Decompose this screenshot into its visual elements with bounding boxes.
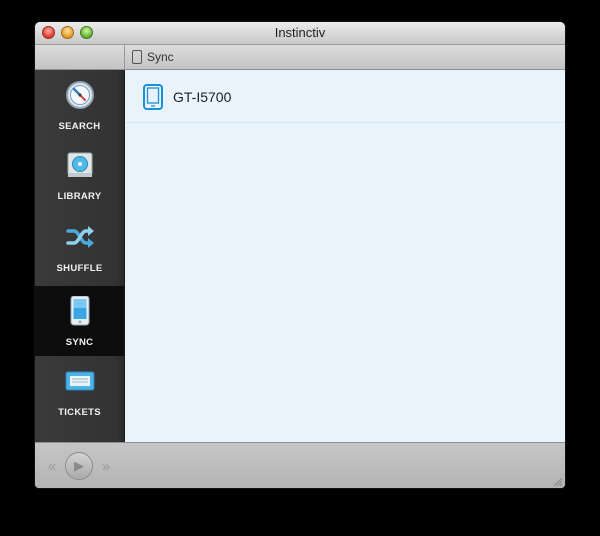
device-icon bbox=[70, 296, 90, 326]
play-button[interactable]: ▶ bbox=[65, 452, 93, 480]
list-item[interactable]: GT-I5700 bbox=[125, 70, 565, 123]
phone-icon bbox=[132, 50, 142, 64]
compass-icon bbox=[66, 81, 94, 109]
sidebar-item-label: SYNC bbox=[65, 337, 94, 348]
app-window: Instinctiv Sync SEARCH LIBRARY SHUFFLE S… bbox=[35, 22, 565, 488]
sidebar-item-label: TICKETS bbox=[58, 407, 101, 418]
sidebar: SEARCH LIBRARY SHUFFLE SYNC TICKETS bbox=[35, 70, 125, 442]
playback-bar: « ▶ » bbox=[35, 442, 565, 488]
toolbar-divider bbox=[124, 45, 125, 69]
sidebar-item-shuffle[interactable]: SHUFFLE bbox=[35, 212, 124, 282]
breadcrumb-label: Sync bbox=[147, 50, 174, 64]
ticket-icon bbox=[65, 371, 95, 391]
window-title: Instinctiv bbox=[274, 25, 326, 40]
sidebar-item-library[interactable]: LIBRARY bbox=[35, 140, 124, 210]
forward-button[interactable]: » bbox=[97, 443, 115, 488]
sidebar-item-label: SHUFFLE bbox=[56, 263, 103, 274]
sidebar-item-tickets[interactable]: TICKETS bbox=[35, 356, 124, 426]
rewind-button[interactable]: « bbox=[43, 443, 61, 488]
sidebar-item-sync[interactable]: SYNC bbox=[35, 286, 124, 356]
library-icon bbox=[67, 152, 93, 177]
sidebar-item-label: SEARCH bbox=[58, 121, 101, 132]
resize-grip-icon[interactable] bbox=[553, 477, 563, 487]
toolbar: Sync bbox=[35, 45, 565, 70]
device-name: GT-I5700 bbox=[173, 89, 232, 105]
main-content: GT-I5700 bbox=[125, 70, 565, 442]
breadcrumb: Sync bbox=[132, 48, 174, 66]
title-bar: Instinctiv bbox=[35, 22, 565, 45]
sidebar-item-label: LIBRARY bbox=[57, 191, 102, 202]
phone-icon bbox=[143, 84, 163, 110]
shuffle-icon bbox=[66, 226, 94, 248]
sidebar-item-search[interactable]: SEARCH bbox=[35, 70, 124, 140]
